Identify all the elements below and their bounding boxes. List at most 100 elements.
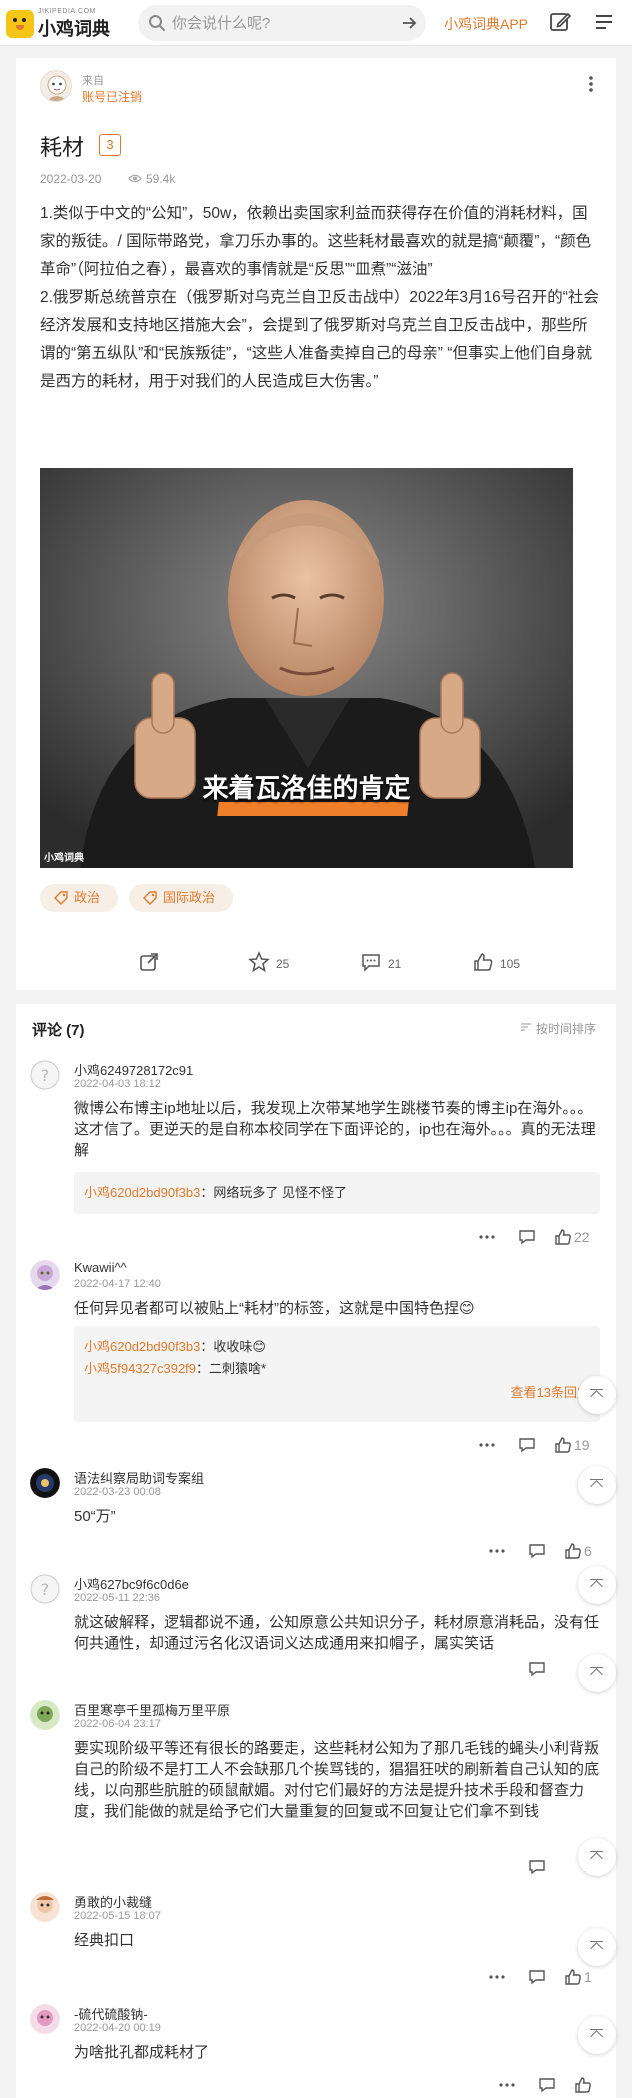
back-to-top-button[interactable] <box>578 1838 616 1876</box>
more-options-icon[interactable] <box>488 1968 506 1986</box>
comment-author[interactable]: Kwawii^^ <box>74 1260 127 1275</box>
author-avatar[interactable] <box>40 70 72 102</box>
like-count: 105 <box>500 957 521 971</box>
comment-item: 百里寒亭千里孤梅万里平原 2022-06-04 23:17 要实现阶级平等还有很… <box>16 1700 616 1890</box>
thumbs-up-icon[interactable] <box>554 1228 572 1246</box>
reply-icon[interactable] <box>528 1660 546 1678</box>
comment-like-count: 6 <box>584 1543 592 1559</box>
user-avatar[interactable] <box>30 1700 60 1730</box>
comment-time: 2022-06-04 23:17 <box>74 1718 161 1730</box>
comment-item: 语法纠察局助词专案组 2022-03-23 00:08 50“万” 6 <box>16 1468 616 1568</box>
reply-icon[interactable] <box>538 2076 556 2094</box>
comment-item: Kwawii^^ 2022-04-17 12:40 任何异见者都可以被贴上“耗材… <box>16 1260 616 1454</box>
reply-box: 小鸡620d2bd90f3b3：网络玩多了 见怪不怪了 <box>74 1172 600 1214</box>
user-avatar[interactable]: ? <box>30 1060 60 1090</box>
reply-item: 小鸡620d2bd90f3b3：收收味😊 <box>74 1336 600 1358</box>
from-label: 来自 <box>82 75 104 87</box>
reply-icon[interactable] <box>528 1542 546 1560</box>
tag-politics[interactable]: 政治 <box>40 884 118 912</box>
more-options-icon[interactable] <box>488 1542 506 1560</box>
reply-separator: ： <box>200 1339 214 1354</box>
arrow-right-icon[interactable] <box>400 14 418 32</box>
tag-label: 政治 <box>74 890 101 905</box>
user-avatar[interactable] <box>30 2004 60 2034</box>
back-to-top-button[interactable] <box>578 1928 616 1966</box>
comment-actions: 6 <box>488 1542 608 1562</box>
back-to-top-button[interactable] <box>578 1566 616 1604</box>
comment-text: 50“万” <box>74 1508 116 1525</box>
comment-actions: 1 <box>488 1968 608 1988</box>
back-to-top-button[interactable] <box>578 1654 616 1692</box>
comment-author[interactable]: 小鸡627bc9f6c0d6e <box>74 1574 189 1593</box>
comment-icon <box>362 954 380 972</box>
edit-icon[interactable] <box>548 10 572 34</box>
author-name[interactable]: 账号已注销 <box>82 88 142 105</box>
site-logo[interactable]: JIKIPEDIA.COM 小鸡词典 <box>6 8 118 40</box>
reply-separator: ： <box>200 1185 214 1200</box>
tag-international-politics[interactable]: 国际政治 <box>129 884 233 912</box>
thumbs-up-icon[interactable] <box>554 1436 572 1454</box>
reply-icon[interactable] <box>518 1228 536 1246</box>
comment-time: 2022-04-03 18:12 <box>74 1078 161 1090</box>
comment-actions <box>498 2076 608 2096</box>
back-to-top-button[interactable] <box>578 1376 616 1414</box>
image-caption: 来着瓦洛佳的肯定 <box>202 773 411 803</box>
reply-item: 小鸡5f94327c392f9：二刺猿啥* <box>74 1358 600 1380</box>
more-options-icon[interactable] <box>498 2076 516 2094</box>
share-icon <box>140 953 158 971</box>
thumbs-up-icon[interactable] <box>574 2076 592 2094</box>
user-avatar[interactable] <box>30 1468 60 1498</box>
comment-item: ? 小鸡6249728172c91 2022-04-03 18:12 微博公布博… <box>16 1060 616 1250</box>
favorite-button[interactable]: 25 <box>248 951 308 975</box>
top-bar: JIKIPEDIA.COM 小鸡词典 小鸡词典APP <box>0 0 632 46</box>
definition-card: 来自 账号已注销 耗材 3 2022-03-20 59.4k 1.类似于中文的“… <box>16 58 616 990</box>
sort-toggle[interactable]: 按时间排序 <box>520 1020 596 1037</box>
app-download-link[interactable]: 小鸡词典APP <box>444 14 528 34</box>
user-avatar[interactable]: ? <box>30 1574 60 1604</box>
more-options-icon[interactable] <box>478 1228 496 1246</box>
chick-logo-icon <box>6 10 34 38</box>
comment-time: 2022-04-20 00:19 <box>74 2022 161 2034</box>
comment-time: 2022-03-23 00:08 <box>74 1486 161 1498</box>
comment-time: 2022-04-17 12:40 <box>74 1278 161 1290</box>
search-box[interactable] <box>138 5 426 41</box>
comment-author[interactable]: 小鸡6249728172c91 <box>74 1060 193 1079</box>
comment-author[interactable]: 勇敢的小裁缝 <box>74 1892 152 1911</box>
reply-icon[interactable] <box>528 1858 546 1876</box>
reply-user[interactable]: 小鸡620d2bd90f3b3 <box>84 1185 200 1200</box>
term-title: 耗材 <box>40 135 85 160</box>
search-input[interactable] <box>172 11 392 35</box>
more-options-icon[interactable] <box>478 1436 496 1454</box>
definition-body: 1.类似于中文的“公知”，50w，依赖出卖国家利益而获得存在价值的消耗材料，国家… <box>40 200 600 396</box>
definition-paragraph: 2.俄罗斯总统普京在（俄罗斯对乌克兰自卫反击战中）2022年3月16号召开的“社… <box>40 289 599 390</box>
comment-author[interactable]: 语法纠察局助词专案组 <box>74 1468 204 1487</box>
back-to-top-button[interactable] <box>578 1466 616 1504</box>
share-button[interactable] <box>138 951 160 975</box>
star-icon <box>248 951 270 973</box>
comments-section: 评论 (7) 按时间排序 ? 小鸡6249728172c91 2022-04-0… <box>16 1004 616 2098</box>
view-count-value: 59.4k <box>146 172 176 186</box>
thumbs-up-icon[interactable] <box>564 1968 582 1986</box>
thumbs-up-icon[interactable] <box>564 1542 582 1560</box>
comment-button[interactable]: 21 <box>360 951 420 975</box>
user-avatar[interactable] <box>30 1260 60 1290</box>
comment-time: 2022-05-15 18:07 <box>74 1910 161 1922</box>
reply-icon[interactable] <box>528 1968 546 1986</box>
comment-count: 21 <box>388 957 402 971</box>
comment-author[interactable]: -硫代硫酸钠- <box>74 2004 148 2023</box>
reply-icon[interactable] <box>518 1436 536 1454</box>
tag-label: 国际政治 <box>163 890 216 905</box>
comment-text: 为啥批孔都成耗材了 <box>74 2044 210 2061</box>
more-options-icon[interactable] <box>581 74 601 94</box>
user-avatar[interactable] <box>30 1892 60 1922</box>
view-count: 59.4k <box>128 172 175 186</box>
definition-image[interactable]: 来着瓦洛佳的肯定 小鸡词典 <box>40 468 573 868</box>
logo-text: 小鸡词典 <box>38 19 110 39</box>
comment-author[interactable]: 百里寒亭千里孤梅万里平原 <box>74 1700 230 1719</box>
comment-text: 就这破解释，逻辑都说不通，公知原意公共知识分子，耗材原意消耗品，没有任何共通性，… <box>74 1614 600 1652</box>
reply-user[interactable]: 小鸡5f94327c392f9 <box>84 1361 196 1376</box>
back-to-top-button[interactable] <box>578 2016 616 2054</box>
menu-icon[interactable] <box>592 10 616 34</box>
reply-user[interactable]: 小鸡620d2bd90f3b3 <box>84 1339 200 1354</box>
like-button[interactable]: 105 <box>472 951 542 975</box>
